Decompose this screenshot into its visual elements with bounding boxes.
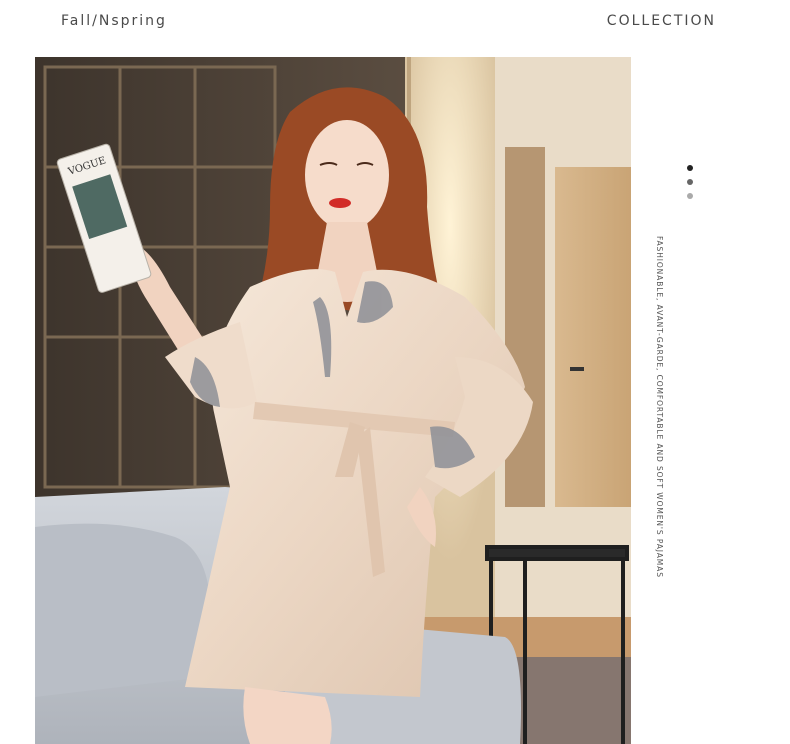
product-photo: VOGUE bbox=[35, 57, 631, 744]
pagination-dots bbox=[686, 165, 694, 207]
dot-active bbox=[687, 165, 693, 171]
side-tagline: FASHIONABLE, AVANT-GARDE, COMFORTABLE AN… bbox=[655, 236, 664, 578]
dot bbox=[687, 193, 693, 199]
face bbox=[305, 120, 389, 230]
dot bbox=[687, 179, 693, 185]
top-left-label: Fall/Nspring bbox=[61, 13, 167, 29]
collection-label: COLLECTION bbox=[606, 13, 716, 29]
